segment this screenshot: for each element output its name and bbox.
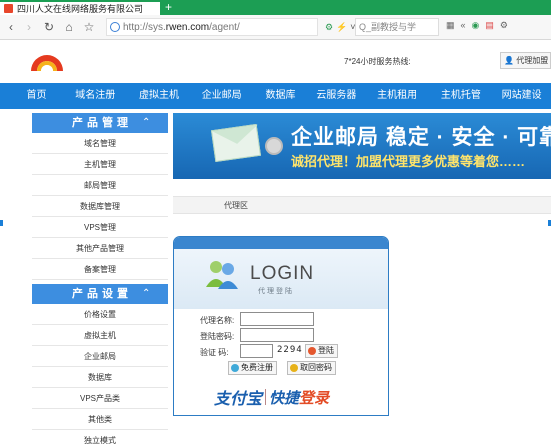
captcha-image[interactable]: 2294 (277, 345, 303, 355)
envelope-icon (210, 123, 262, 163)
sidebar-item-database[interactable]: 数据库管理 (32, 196, 168, 217)
quick-login-label: 快捷登录 (269, 387, 329, 408)
sidebar: 产品管理 ⌃ 域名管理 主机管理 邮局管理 数据库管理 VPS管理 其他产品管理… (32, 113, 168, 446)
sidebar-item-vhost[interactable]: 虚拟主机 (32, 325, 168, 346)
nav-item-home[interactable]: 首页 (0, 83, 63, 109)
reload-icon[interactable]: ↻ (42, 20, 56, 34)
search-input[interactable]: Q_副教授与学 (355, 18, 439, 36)
site-header: 7*24小时服务热线: 👤 代理加盟 (0, 41, 551, 82)
url-input[interactable]: http://sys. rwen.com/agent/ (106, 18, 318, 36)
quick-login-prefix: 快捷 (269, 389, 300, 407)
main-nav: 首页 域名注册 虚拟主机 企业邮局 数据库 云服务器 主机租用 主机托管 网站建… (0, 83, 551, 109)
sidebar-item-price[interactable]: 价格设置 (32, 304, 168, 325)
breadcrumb-label: 代理区 (224, 201, 248, 210)
chevron-icon[interactable]: « (461, 20, 466, 31)
chevron-up-icon: ⌃ (142, 117, 151, 128)
seal-icon (265, 137, 283, 155)
sidebar-section-settings[interactable]: 产品设置 ⌃ (32, 284, 168, 304)
agent-join-button[interactable]: 👤 代理加盟 (500, 52, 551, 69)
username-label: 代理名称: (200, 316, 235, 325)
divider (265, 389, 267, 405)
login-button[interactable]: 登陆 (305, 344, 338, 358)
quick-login-suffix: 登录 (299, 389, 330, 407)
banner-headline: 企业邮局 稳定 · 安全 · 可靠 (291, 126, 551, 149)
sidebar-item-domain[interactable]: 域名管理 (32, 133, 168, 154)
hotline-label: 7*24小时服务热线: (344, 57, 411, 66)
site-logo-icon[interactable] (29, 47, 65, 75)
sidebar-item-mail[interactable]: 邮局管理 (32, 175, 168, 196)
alipay-logo: 支付宝 (214, 391, 263, 408)
nav-item-hosting[interactable]: 虚拟主机 (128, 83, 191, 109)
home-icon[interactable]: ⌂ (62, 20, 76, 34)
globe-icon (110, 22, 120, 32)
sidebar-item-standalone[interactable]: 独立模式 (32, 430, 168, 446)
forward-arrow-icon[interactable]: › (22, 20, 36, 34)
sidebar-item-hosting[interactable]: 主机管理 (32, 154, 168, 175)
translate-icon[interactable]: ▤ (485, 20, 494, 31)
username-field[interactable] (240, 312, 314, 326)
sidebar-item-email[interactable]: 企业邮局 (32, 346, 168, 367)
nav-item-database[interactable]: 数据库 (253, 83, 308, 109)
nav-item-cloud[interactable]: 云服务器 (308, 83, 365, 109)
nav-item-rental[interactable]: 主机租用 (365, 83, 430, 109)
register-button-label: 免费注册 (241, 363, 273, 372)
new-tab-button[interactable]: + (165, 1, 172, 14)
login-button-label: 登陆 (318, 346, 334, 355)
breadcrumb: 代理区 (173, 196, 551, 214)
login-logo-subtitle: 代理登陆 (258, 288, 294, 295)
edge-marker-left (0, 220, 3, 226)
banner-subline: 诚招代理！加盟代理更多优惠等着您…… (291, 154, 526, 169)
password-label: 登陆密码: (200, 332, 235, 341)
back-arrow-icon[interactable]: ‹ (4, 20, 18, 34)
agent-login-panel: LOGIN 代理登陆 代理名称: 登陆密码: 验证 码: 2294 登陆 免费注… (173, 236, 389, 416)
sidebar-item-other[interactable]: 其他产品管理 (32, 238, 168, 259)
shield-icon[interactable]: ⚙ (325, 20, 333, 34)
sidebar-item-misc[interactable]: 其他类 (32, 409, 168, 430)
bolt-icon[interactable]: ⚡ (336, 20, 347, 34)
shield-check-icon[interactable]: ◉ (472, 20, 480, 31)
promo-banner[interactable]: 企业邮局 稳定 · 安全 · 可靠 诚招代理！加盟代理更多优惠等着您…… (173, 113, 551, 179)
login-panel-header: LOGIN 代理登陆 (174, 249, 388, 309)
sidebar-section-product[interactable]: 产品管理 ⌃ (32, 113, 168, 133)
puzzle-icon[interactable]: ⚙ (500, 20, 508, 31)
register-button[interactable]: 免费注册 (228, 361, 277, 375)
captcha-label: 验证 码: (200, 348, 229, 357)
sidebar-item-vps[interactable]: VPS管理 (32, 217, 168, 238)
retrieve-password-button[interactable]: 取回密码 (287, 361, 336, 375)
login-logo-text: LOGIN (250, 263, 315, 284)
bookmark-star-icon[interactable]: ☆ (82, 20, 96, 34)
agent-join-label: 代理加盟 (516, 56, 549, 65)
nav-item-website[interactable]: 网站建设 (492, 83, 551, 109)
site-favicon-icon (4, 4, 13, 13)
browser-tab[interactable]: 四川人文在线网络服务有限公司 (0, 0, 160, 15)
nav-item-domain[interactable]: 域名注册 (63, 83, 128, 109)
sidebar-section-title: 产品设置 (72, 288, 132, 300)
browser-tab-bar: 四川人文在线网络服务有限公司 + (0, 0, 551, 15)
retrieve-password-label: 取回密码 (300, 363, 332, 372)
chevron-up-icon: ⌃ (142, 288, 151, 299)
address-bar: ‹ › ↻ ⌂ ☆ http://sys. rwen.com/agent/ ⚙ ⚡… (0, 15, 551, 40)
url-prefix: http://sys. (123, 21, 166, 33)
sidebar-item-db[interactable]: 数据库 (32, 367, 168, 388)
alipay-quick-login[interactable]: 支付宝 快捷登录 (214, 385, 329, 409)
password-field[interactable] (240, 328, 314, 342)
sidebar-item-vps-product[interactable]: VPS产品类 (32, 388, 168, 409)
nav-item-mail[interactable]: 企业邮局 (190, 83, 253, 109)
url-domain: rwen.com (165, 21, 210, 33)
toolbar-icons: ▦ « ◉ ▤ ⚙ (446, 20, 508, 31)
url-path: /agent/ (209, 21, 240, 33)
login-panel-topbar (174, 237, 388, 249)
register-icon (231, 364, 239, 372)
sidebar-item-icp[interactable]: 备案管理 (32, 259, 168, 280)
grid-icon[interactable]: ▦ (446, 20, 455, 31)
arrow-right-icon (308, 347, 316, 355)
address-icons: ⚙ ⚡ ˅ (325, 20, 356, 34)
nav-item-colocation[interactable]: 主机托管 (429, 83, 492, 109)
sidebar-section-title: 产品管理 (72, 117, 132, 129)
tab-title: 四川人文在线网络服务有限公司 (17, 4, 144, 14)
user-icon: 👤 (504, 56, 514, 65)
key-icon (290, 364, 298, 372)
captcha-field[interactable] (240, 344, 273, 358)
users-icon (206, 261, 238, 289)
